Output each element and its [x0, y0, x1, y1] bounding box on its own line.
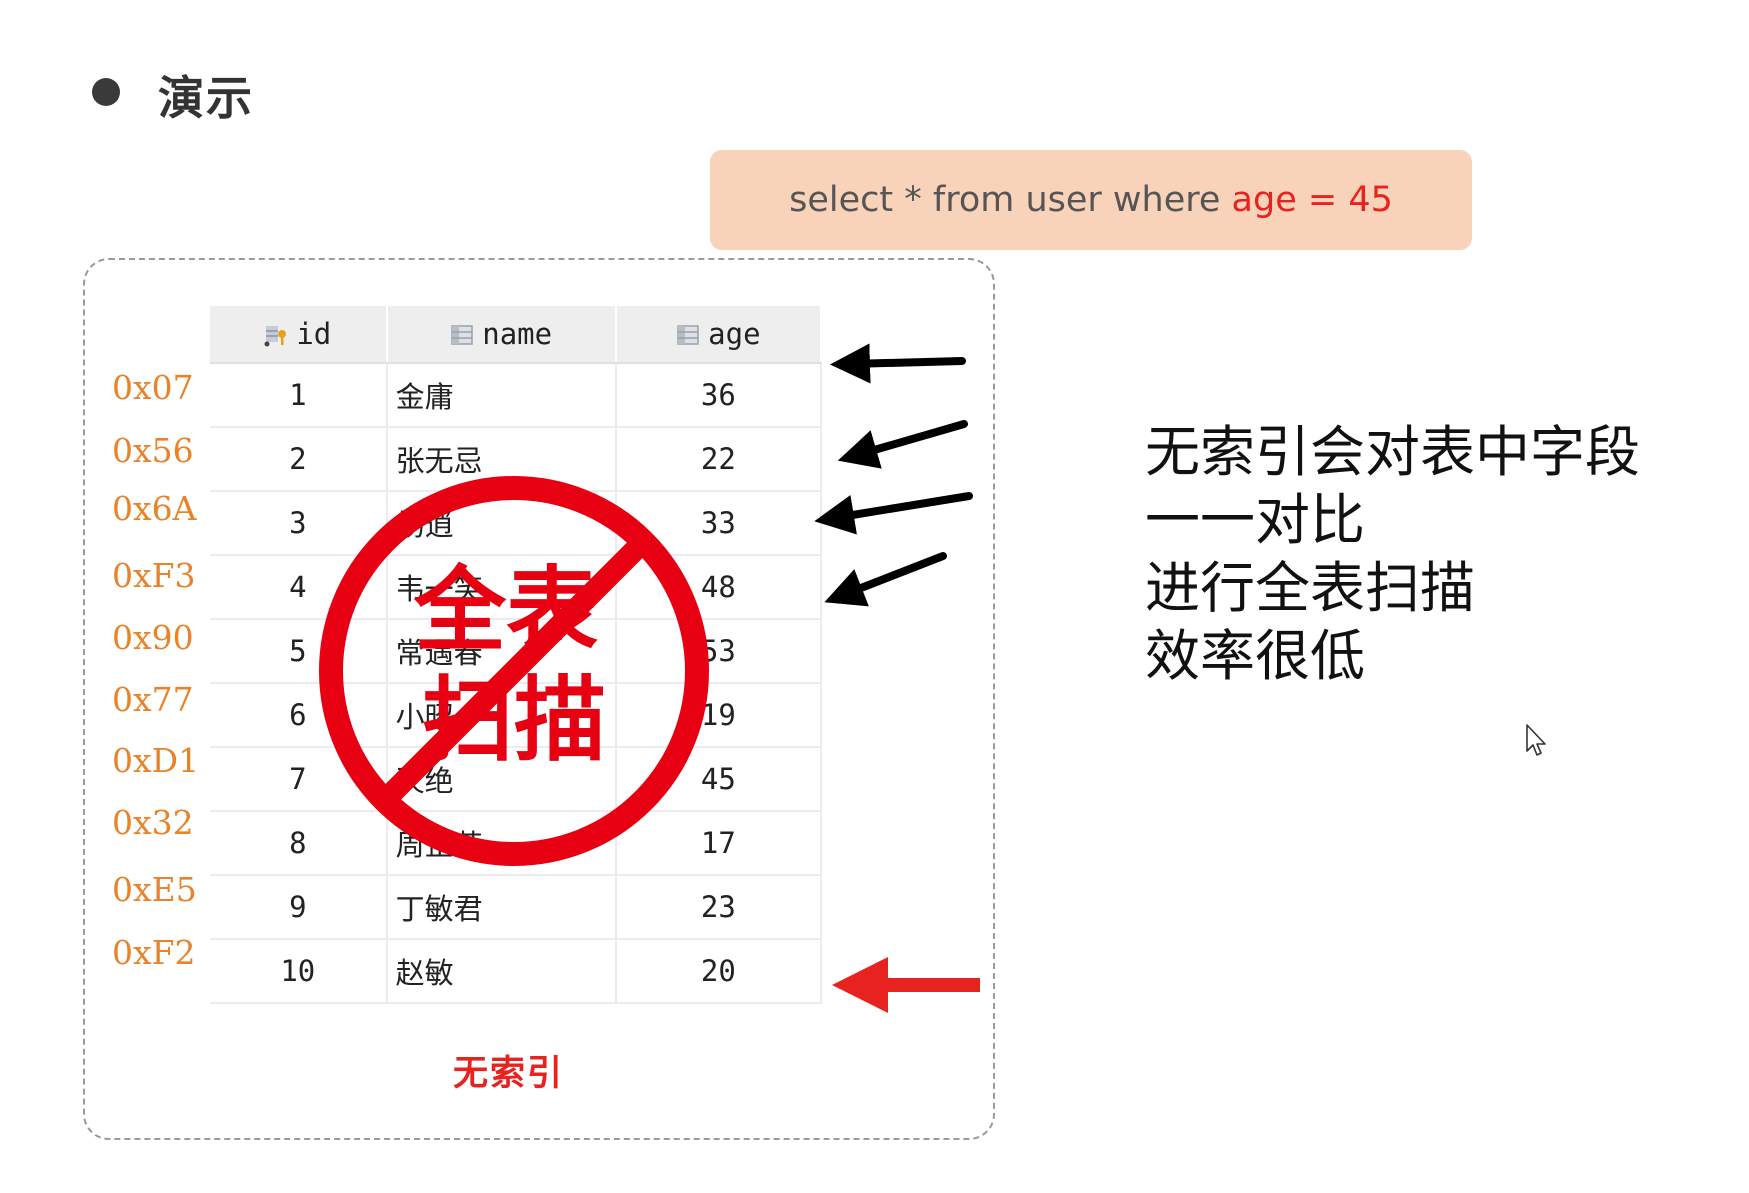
cell-name: 赵敏 — [386, 939, 617, 1004]
sql-prefix: select * from user where — [789, 180, 1232, 220]
cell-id: 6 — [210, 683, 388, 748]
row-address: 0x56 — [112, 431, 194, 470]
cell-name: 周芷若 — [386, 811, 617, 876]
cell-id: 4 — [210, 555, 388, 620]
column-icon — [677, 325, 699, 345]
explanation-text: 无索引会对表中字段 一一对比 进行全表扫描 效率很低 — [1145, 418, 1640, 690]
row-address: 0x32 — [112, 803, 194, 842]
cell-age: 36 — [615, 363, 823, 428]
cell-age: 45 — [615, 747, 823, 812]
cell-name: 丁敏君 — [386, 875, 617, 940]
cell-id: 8 — [210, 811, 388, 876]
explanation-line: 一一对比 — [1145, 488, 1366, 552]
row-address: 0xE5 — [112, 870, 197, 909]
table-row[interactable]: 7 灭绝 45 — [210, 747, 823, 812]
cell-id: 3 — [210, 491, 388, 556]
sql-statement-box: select * from user where age = 45 — [710, 150, 1472, 250]
cell-id: 5 — [210, 619, 388, 684]
column-header-id[interactable]: id — [210, 306, 388, 364]
row-address: 0xF2 — [112, 933, 196, 972]
cell-age: 23 — [615, 875, 823, 940]
cell-name: 灭绝 — [386, 747, 617, 812]
column-header-age[interactable]: age — [615, 306, 823, 364]
explanation-line: 进行全表扫描 — [1145, 556, 1476, 620]
column-header-label: name — [482, 317, 553, 351]
cell-id: 9 — [210, 875, 388, 940]
cell-age: 17 — [615, 811, 823, 876]
row-address: 0xF3 — [112, 556, 196, 595]
table-row[interactable]: 4 韦一笑 48 — [210, 555, 823, 620]
cell-id: 10 — [210, 939, 388, 1004]
row-address: 0x77 — [112, 680, 194, 719]
table-row[interactable]: 10 赵敏 20 — [210, 939, 823, 1004]
cell-age: 33 — [615, 491, 823, 556]
sql-condition: age = 45 — [1231, 180, 1393, 220]
table-row[interactable]: 5 常遇春 53 — [210, 619, 823, 684]
cell-age: 20 — [615, 939, 823, 1004]
table-row[interactable]: 6 小昭 19 — [210, 683, 823, 748]
user-table: id name age 1 金庸 36 2 张无忌 22 3 杨逍 33 4 韦… — [210, 306, 823, 1004]
explanation-line: 效率很低 — [1145, 624, 1366, 688]
table-row[interactable]: 2 张无忌 22 — [210, 427, 823, 492]
primary-key-column-icon — [264, 326, 287, 347]
explanation-line: 无索引会对表中字段 — [1145, 420, 1641, 484]
cell-age: 48 — [615, 555, 823, 620]
row-address: 0xD1 — [112, 741, 200, 780]
column-icon — [451, 325, 473, 345]
cell-name: 杨逍 — [386, 491, 617, 556]
table-row[interactable]: 1 金庸 36 — [210, 363, 823, 428]
table-header-row: id name age — [210, 306, 823, 364]
bullet-dot-icon — [92, 78, 120, 106]
page-title: 演示 — [158, 71, 254, 125]
cell-age: 53 — [615, 619, 823, 684]
row-address: 0x6A — [112, 489, 197, 528]
table-row[interactable]: 8 周芷若 17 — [210, 811, 823, 876]
table-row[interactable]: 3 杨逍 33 — [210, 491, 823, 556]
mouse-cursor-icon — [1526, 724, 1546, 756]
row-address: 0x07 — [112, 368, 194, 407]
cell-age: 22 — [615, 427, 823, 492]
table-row[interactable]: 9 丁敏君 23 — [210, 875, 823, 940]
cell-name: 韦一笑 — [386, 555, 617, 620]
cell-age: 19 — [615, 683, 823, 748]
cell-name: 小昭 — [386, 683, 617, 748]
column-header-name[interactable]: name — [386, 306, 617, 364]
cell-id: 1 — [210, 363, 388, 428]
cell-id: 2 — [210, 427, 388, 492]
cell-name: 金庸 — [386, 363, 617, 428]
row-address: 0x90 — [112, 618, 194, 657]
frame-caption: 无索引 — [453, 1054, 565, 1094]
column-header-label: age — [708, 317, 761, 351]
cell-name: 张无忌 — [386, 427, 617, 492]
cell-name: 常遇春 — [386, 619, 617, 684]
cell-id: 7 — [210, 747, 388, 812]
column-header-label: id — [296, 317, 332, 351]
